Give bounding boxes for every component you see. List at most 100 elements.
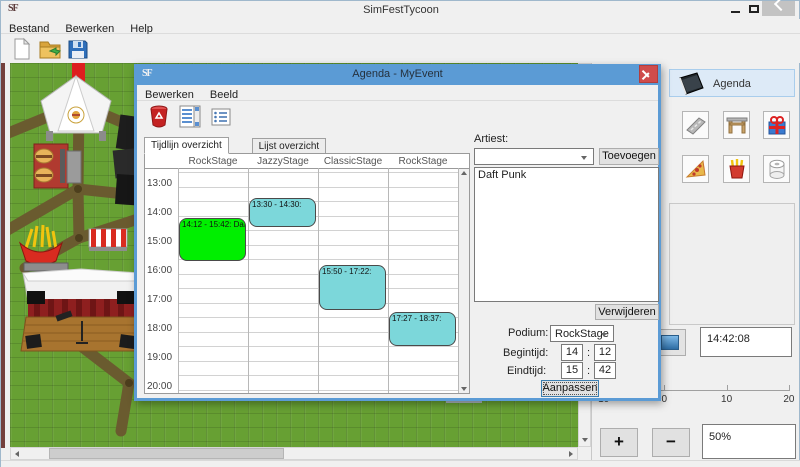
trash-icon bbox=[149, 105, 169, 128]
artist-combobox[interactable] bbox=[474, 148, 594, 165]
scroll-right-icon[interactable] bbox=[569, 451, 573, 457]
save-file-icon bbox=[66, 37, 90, 61]
open-file-icon bbox=[38, 37, 62, 61]
agenda-button[interactable]: Agenda bbox=[669, 69, 795, 97]
fries-stand bbox=[20, 225, 68, 271]
column-header: JazzyStage bbox=[248, 156, 318, 167]
shop-gift-button[interactable] bbox=[763, 111, 790, 139]
clock-value: 14:42:08 bbox=[707, 333, 750, 345]
shop-pizza-button[interactable] bbox=[682, 155, 709, 183]
time-label: 19:00 bbox=[147, 352, 172, 363]
zoom-out-button[interactable]: − bbox=[652, 428, 690, 457]
remove-artist-button[interactable]: Verwijderen bbox=[595, 304, 659, 320]
column-header: RockStage bbox=[388, 156, 458, 167]
list-view-icon bbox=[211, 108, 231, 126]
app-window: SF SimFestTycoon BestandBewerkenHelp bbox=[0, 0, 800, 467]
dialog-title: Agenda - MyEvent bbox=[134, 68, 661, 80]
podium-combobox[interactable]: RockStage bbox=[550, 325, 614, 342]
end-time-label: Eindtijd: bbox=[507, 365, 546, 377]
dialog-close-button[interactable] bbox=[639, 65, 658, 83]
slider-tick-label: 0 bbox=[662, 394, 668, 405]
dialog-menu-bewerken[interactable]: Bewerken bbox=[137, 88, 202, 102]
hscroll-thumb[interactable] bbox=[49, 448, 284, 459]
time-label: 18:00 bbox=[147, 323, 172, 334]
timeline-grid[interactable]: RockStageJazzyStageClassicStageRockStage… bbox=[144, 153, 470, 394]
schedule-event[interactable]: 17:27 - 18:37: bbox=[389, 312, 456, 346]
tab-tijdlijn-overzicht[interactable]: Tijdlijn overzicht bbox=[144, 137, 229, 154]
chevron-down-icon bbox=[601, 333, 607, 337]
striped-stand bbox=[89, 229, 127, 251]
time-label: 16:00 bbox=[147, 265, 172, 276]
shop-road-button[interactable] bbox=[682, 111, 709, 139]
timeline-view-button[interactable] bbox=[179, 105, 201, 133]
scroll-left-icon[interactable] bbox=[15, 451, 19, 457]
shop-fries-button[interactable] bbox=[723, 155, 750, 183]
fries-icon bbox=[726, 158, 748, 180]
grid-scrollbar[interactable] bbox=[459, 169, 469, 393]
time-label: 15:00 bbox=[147, 236, 172, 247]
time-colon: : bbox=[587, 365, 590, 377]
add-artist-button[interactable]: Toevoegen bbox=[599, 148, 659, 165]
artist-label: Artiest: bbox=[474, 133, 508, 145]
new-file-button[interactable] bbox=[10, 37, 34, 61]
timeline-view-icon bbox=[179, 105, 201, 128]
agenda-dialog: SF Agenda - MyEvent BewerkenBeeld Tijdli… bbox=[134, 64, 661, 401]
close-button[interactable] bbox=[762, 1, 795, 16]
time-label: 17:00 bbox=[147, 294, 172, 305]
window-titlebar: SF SimFestTycoon bbox=[1, 1, 800, 19]
slider-tick-label: 10 bbox=[721, 394, 732, 405]
scroll-down-icon[interactable] bbox=[461, 387, 467, 391]
minimize-icon[interactable] bbox=[731, 11, 740, 13]
start-minute-field[interactable]: 12 bbox=[594, 344, 616, 361]
play-icon bbox=[661, 335, 679, 350]
burger-stand bbox=[34, 144, 81, 188]
artist-list-item[interactable]: Daft Punk bbox=[475, 168, 658, 182]
stage-icon bbox=[726, 114, 748, 136]
main-toolbar bbox=[1, 34, 800, 63]
end-hour-field[interactable]: 15 bbox=[561, 362, 583, 379]
start-hour-field[interactable]: 14 bbox=[561, 344, 583, 361]
window-title: SimFestTycoon bbox=[1, 4, 800, 16]
zoom-level-box: 50% bbox=[702, 424, 796, 459]
slider-tick-label: 20 bbox=[783, 394, 794, 405]
road-icon bbox=[685, 114, 707, 136]
time-label: 13:00 bbox=[147, 178, 172, 189]
zoom-in-button[interactable]: + bbox=[600, 428, 638, 457]
pizza-icon bbox=[685, 158, 707, 180]
map-left-edge bbox=[1, 63, 5, 448]
new-file-icon bbox=[10, 37, 34, 61]
open-file-button[interactable] bbox=[38, 37, 62, 61]
schedule-event[interactable]: 14:12 - 15:42: Daft Punk bbox=[179, 218, 246, 262]
toilet-paper-icon bbox=[766, 158, 788, 180]
maximize-icon[interactable] bbox=[749, 5, 759, 13]
map-horizontal-scrollbar[interactable] bbox=[10, 447, 578, 460]
delete-event-button[interactable] bbox=[149, 105, 169, 133]
dialog-menubar: BewerkenBeeld bbox=[137, 85, 658, 101]
podium-label: Podium: bbox=[508, 327, 548, 339]
schedule-event[interactable]: 15:50 - 17:22: bbox=[319, 265, 386, 309]
shop-toilet-paper-button[interactable] bbox=[763, 155, 790, 183]
gift-icon bbox=[766, 114, 788, 136]
start-time-label: Begintijd: bbox=[503, 347, 548, 359]
apply-button[interactable]: Aanpassen bbox=[541, 380, 599, 397]
scroll-up-icon[interactable] bbox=[461, 171, 467, 175]
end-minute-field[interactable]: 42 bbox=[594, 362, 616, 379]
dialog-menu-beeld[interactable]: Beeld bbox=[202, 88, 246, 102]
main-stage bbox=[21, 269, 141, 351]
scroll-down-icon[interactable] bbox=[582, 438, 588, 442]
schedule-event[interactable]: 13:30 - 14:30: bbox=[249, 198, 316, 227]
save-file-button[interactable] bbox=[66, 37, 90, 61]
main-menubar: BestandBewerkenHelp bbox=[1, 19, 800, 34]
game-clock: 14:42:08 bbox=[700, 327, 792, 357]
column-header: ClassicStage bbox=[318, 156, 388, 167]
info-panel bbox=[669, 203, 795, 325]
dialog-titlebar[interactable]: SF Agenda - MyEvent bbox=[134, 64, 661, 85]
list-view-button[interactable] bbox=[211, 108, 231, 131]
chevron-down-icon bbox=[581, 156, 587, 160]
artist-listbox[interactable]: Daft Punk bbox=[474, 167, 659, 302]
time-label: 14:00 bbox=[147, 207, 172, 218]
zoom-level-value: 50% bbox=[709, 431, 731, 443]
time-label: 20:00 bbox=[147, 381, 172, 392]
shop-stage-button[interactable] bbox=[723, 111, 750, 139]
time-colon: : bbox=[587, 347, 590, 359]
